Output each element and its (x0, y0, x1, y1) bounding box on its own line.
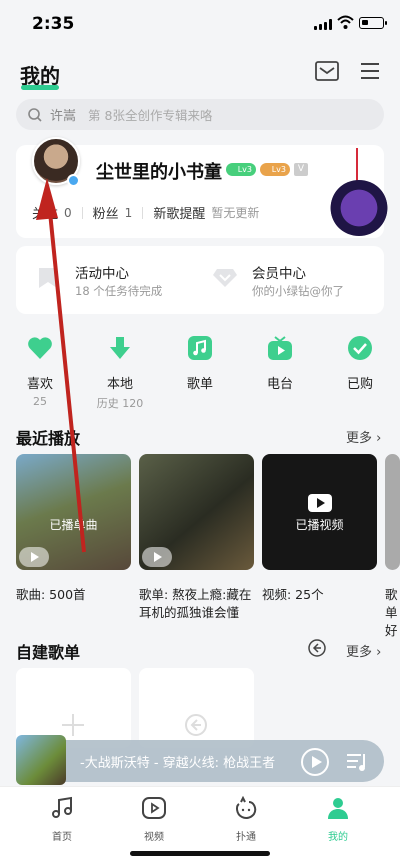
playlists-title: 自建歌单 (16, 643, 81, 662)
newsong-status: 暂无更新 (211, 206, 260, 220)
diamond-icon (213, 269, 237, 287)
recent-caption: 歌单: 熬夜上瘾:藏在耳机的孤独谁会懂 (139, 587, 252, 620)
tab-home[interactable]: 首页 (27, 796, 97, 843)
recent-extra-card[interactable] (385, 454, 400, 570)
import-icon (185, 714, 207, 736)
recent-caption: 歌单好 (385, 587, 398, 638)
quick-radio[interactable]: 电台 (252, 335, 308, 392)
tv-icon (268, 336, 292, 360)
quick-local[interactable]: 本地 历史 120 (92, 335, 148, 411)
status-bar: 2:35 (0, 0, 400, 46)
recent-title: 最近播放 (16, 429, 81, 448)
profile-stats: 关注 0 粉丝 1 新歌提醒 暂无更新 (32, 203, 260, 223)
activity-center-title[interactable]: 活动中心 (75, 262, 129, 282)
user-icon (328, 798, 348, 819)
recent-songs-card[interactable]: 已播单曲 (16, 454, 131, 570)
video-icon (308, 494, 332, 512)
plus-icon (62, 714, 84, 736)
battery-icon (359, 17, 387, 29)
signal-icon (314, 18, 332, 30)
thumb-overlay: 已播视频 (295, 518, 344, 532)
flag-icon (39, 268, 57, 288)
recent-more-link[interactable]: 更多 › (346, 427, 381, 446)
quick-label: 歌单 (186, 377, 213, 392)
fans-label[interactable]: 粉丝 (93, 203, 119, 222)
recent-caption: 歌曲: 500首 (16, 587, 86, 602)
newsong-label[interactable]: 新歌提醒 (153, 203, 205, 222)
import-playlist-card[interactable] (139, 668, 254, 748)
play-icon[interactable] (19, 547, 49, 567)
tab-label: 首页 (52, 832, 72, 843)
badge-lanyard (356, 148, 358, 182)
divider (81, 206, 83, 219)
quick-label: 喜欢 (26, 377, 53, 392)
playlist-queue-icon[interactable] (346, 752, 368, 772)
tab-label: 扑通 (236, 832, 256, 843)
wifi-icon (337, 15, 354, 29)
quick-purchased[interactable]: 已购 (332, 335, 388, 392)
check-circle-icon (348, 336, 372, 360)
username[interactable]: 尘世里的小书童 (96, 158, 222, 184)
vip-center-title[interactable]: 会员中心 (252, 262, 306, 282)
recent-caption: 视频: 25个 (262, 587, 324, 602)
thumb-overlay: 已播单曲 (49, 518, 98, 532)
mail-icon[interactable] (315, 61, 339, 81)
recent-videos-card[interactable]: 已播视频 (262, 454, 377, 570)
music-note-icon (188, 336, 212, 360)
playlists-more-link[interactable]: 更多 › (346, 641, 381, 660)
quick-playlist[interactable]: 歌单 (172, 335, 228, 392)
search-input[interactable]: 许嵩 第 8张全创作专辑来咯 (16, 99, 384, 130)
level-badge-2[interactable]: Lv3 (260, 163, 290, 176)
smile-icon (236, 795, 257, 819)
vip-medal-icon[interactable] (330, 180, 388, 236)
player-track[interactable]: -大战斯沃特 - 穿越火线: 枪战王者 (80, 752, 292, 771)
play-button[interactable] (301, 748, 329, 776)
search-hint: 第 8张全创作专辑来咯 (88, 108, 213, 123)
tab-label: 我的 (328, 832, 348, 843)
status-time: 2:35 (32, 14, 75, 34)
quick-sub: 25 (33, 395, 47, 408)
fans-count: 1 (124, 205, 133, 220)
tab-putong[interactable]: 扑通 (211, 795, 281, 843)
divider (142, 206, 144, 219)
avatar-badge (67, 174, 80, 187)
search-query: 许嵩 (50, 109, 77, 124)
heart-icon (28, 337, 52, 359)
activity-card (16, 246, 384, 314)
quick-label: 已购 (346, 377, 373, 392)
verified-badge[interactable]: V (294, 163, 308, 176)
video-play-icon (142, 797, 166, 819)
tab-label: 视频 (144, 832, 164, 843)
follow-count: 0 (64, 205, 72, 220)
activity-center-sub: 18 个任务待完成 (75, 284, 163, 298)
quick-sub: 历史 120 (96, 397, 144, 410)
search-icon (28, 107, 42, 122)
quick-label: 电台 (266, 377, 293, 392)
quick-label: 本地 (106, 377, 133, 392)
menu-icon[interactable] (360, 62, 380, 80)
recent-playlist-card[interactable] (139, 454, 254, 570)
follow-label[interactable]: 关注 (32, 203, 58, 222)
title-underline (21, 85, 59, 90)
download-icon (110, 337, 130, 359)
player-cover[interactable] (16, 735, 66, 785)
music-icon (52, 796, 72, 818)
play-icon[interactable] (142, 547, 172, 567)
quick-like[interactable]: 喜欢 25 (12, 335, 68, 408)
tab-mine[interactable]: 我的 (303, 796, 373, 843)
vip-center-sub: 你的小绿钻@你了 (252, 284, 344, 298)
import-icon[interactable] (308, 639, 326, 657)
level-badge[interactable]: Lv3 (226, 163, 256, 176)
tab-video[interactable]: 视频 (119, 796, 189, 843)
home-indicator (130, 851, 270, 856)
